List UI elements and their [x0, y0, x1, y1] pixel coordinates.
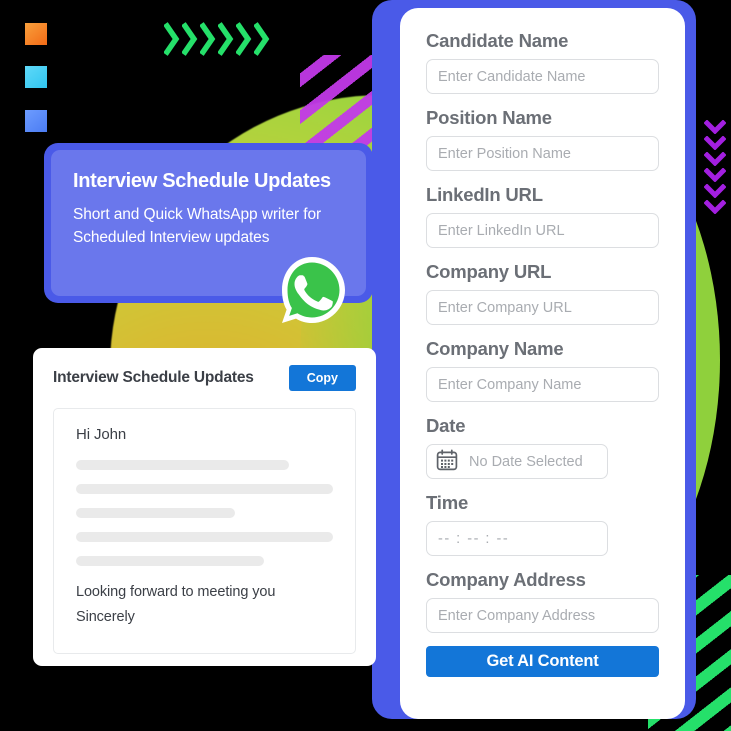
- preview-title: Interview Schedule Updates: [53, 369, 254, 386]
- company-address-input[interactable]: Enter Company Address: [426, 598, 659, 633]
- field-company-url: Company URL Enter Company URL: [426, 261, 659, 325]
- get-ai-content-button[interactable]: Get AI Content: [426, 646, 659, 677]
- orange-square-icon: [25, 23, 47, 45]
- calendar-icon: [436, 448, 458, 475]
- preview-header: Interview Schedule Updates Copy: [53, 365, 356, 391]
- skeleton-line: [76, 532, 333, 542]
- blue-square-icon: [25, 110, 47, 132]
- field-candidate-name: Candidate Name Enter Candidate Name: [426, 30, 659, 94]
- field-time: Time -- : -- : --: [426, 492, 659, 556]
- poster-stage: Candidate Name Enter Candidate Name Posi…: [0, 0, 731, 731]
- skeleton-line: [76, 460, 290, 470]
- field-label: Company Name: [426, 338, 564, 359]
- promo-title: Interview Schedule Updates: [73, 170, 331, 192]
- field-company-name: Company Name Enter Company Name: [426, 338, 659, 402]
- field-linkedin-url: LinkedIn URL Enter LinkedIn URL: [426, 184, 659, 248]
- date-value: No Date Selected: [469, 453, 583, 470]
- company-name-input[interactable]: Enter Company Name: [426, 367, 659, 402]
- message-greeting: Hi John: [76, 426, 127, 443]
- skeleton-line: [76, 556, 264, 566]
- ai-content-form: Candidate Name Enter Candidate Name Posi…: [400, 8, 685, 719]
- cyan-square-icon: [25, 66, 47, 88]
- chevron-right-group: [164, 22, 270, 56]
- field-date: Date No Date Selected: [426, 415, 659, 479]
- candidate-name-input[interactable]: Enter Candidate Name: [426, 59, 659, 94]
- message-closing-line-1: Looking forward to meeting you: [76, 584, 276, 600]
- whatsapp-icon: [273, 252, 351, 330]
- position-name-input[interactable]: Enter Position Name: [426, 136, 659, 171]
- field-label: Company URL: [426, 261, 552, 282]
- linkedin-url-input[interactable]: Enter LinkedIn URL: [426, 213, 659, 248]
- field-company-address: Company Address Enter Company Address: [426, 569, 659, 633]
- skeleton-line: [76, 484, 333, 494]
- message-closing-line-2: Sincerely: [76, 608, 135, 625]
- field-label: Date: [426, 415, 466, 436]
- message-body: Hi John Looking forward to meeting you S…: [53, 408, 356, 654]
- time-input[interactable]: -- : -- : --: [426, 521, 608, 556]
- date-picker-input[interactable]: No Date Selected: [426, 444, 608, 479]
- copy-button[interactable]: Copy: [288, 365, 356, 391]
- field-label: Candidate Name: [426, 30, 569, 51]
- field-label: Company Address: [426, 569, 586, 590]
- field-position-name: Position Name Enter Position Name: [426, 107, 659, 171]
- message-preview-card: Interview Schedule Updates Copy Hi John …: [33, 348, 376, 666]
- message-closing: Looking forward to meeting you Sincerely: [76, 580, 333, 630]
- field-label: Position Name: [426, 107, 552, 128]
- field-label: LinkedIn URL: [426, 184, 543, 205]
- promo-subtitle: Short and Quick WhatsApp writer for Sche…: [73, 206, 322, 246]
- field-label: Time: [426, 492, 469, 513]
- skeleton-line: [76, 508, 236, 518]
- company-url-input[interactable]: Enter Company URL: [426, 290, 659, 325]
- chevron-down-group: [704, 120, 726, 214]
